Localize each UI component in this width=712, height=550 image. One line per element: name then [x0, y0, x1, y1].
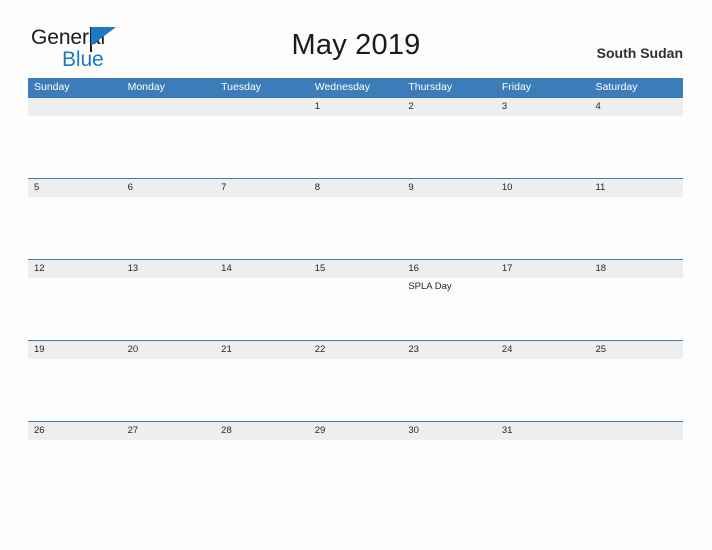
day-number[interactable]: 10 — [496, 179, 590, 197]
day-cell[interactable] — [402, 359, 496, 421]
day-number[interactable]: 5 — [28, 179, 122, 197]
day-cell[interactable] — [122, 278, 216, 340]
page-header: General Blue May 2019 South Sudan — [0, 0, 712, 78]
day-number-empty — [589, 422, 683, 440]
day-of-week-friday: Friday — [501, 81, 532, 93]
day-number[interactable]: 28 — [215, 422, 309, 440]
day-number[interactable]: 17 — [496, 260, 590, 278]
day-cell[interactable] — [309, 440, 403, 502]
day-cell[interactable] — [122, 197, 216, 259]
week-content-band — [28, 116, 683, 178]
day-cell[interactable] — [589, 197, 683, 259]
day-number[interactable]: 24 — [496, 341, 590, 359]
day-number[interactable]: 23 — [402, 341, 496, 359]
day-number[interactable]: 13 — [122, 260, 216, 278]
day-cell[interactable] — [309, 197, 403, 259]
calendar-week-row: 26 27 28 29 30 31 — [28, 421, 683, 502]
day-number[interactable]: 14 — [215, 260, 309, 278]
day-cell — [122, 116, 216, 178]
day-cell[interactable] — [28, 440, 122, 502]
day-number[interactable]: 11 — [589, 179, 683, 197]
day-cell[interactable] — [589, 278, 683, 340]
day-number[interactable]: 8 — [309, 179, 403, 197]
day-cell — [589, 440, 683, 502]
day-cell[interactable] — [589, 116, 683, 178]
day-cell[interactable] — [589, 359, 683, 421]
calendar-week-row: 1234 — [28, 97, 683, 178]
calendar-week-row: 19 20 21 22 23 24 25 — [28, 340, 683, 421]
day-cell[interactable] — [402, 197, 496, 259]
day-number[interactable]: 21 — [215, 341, 309, 359]
day-cell[interactable] — [496, 197, 590, 259]
week-date-band: 19 20 21 22 23 24 25 — [28, 340, 683, 359]
day-cell[interactable] — [215, 197, 309, 259]
day-cell[interactable] — [496, 116, 590, 178]
day-cell[interactable] — [215, 440, 309, 502]
day-number[interactable]: 6 — [122, 179, 216, 197]
day-of-week-thursday: Thursday — [408, 81, 453, 93]
country-label: South Sudan — [596, 45, 683, 61]
day-number[interactable]: 16 — [402, 260, 496, 278]
day-number[interactable]: 12 — [28, 260, 122, 278]
calendar-grid: Sunday Monday Tuesday Wednesday Thursday… — [28, 78, 683, 502]
day-number[interactable]: 1 — [309, 98, 403, 116]
day-cell[interactable] — [402, 116, 496, 178]
day-number[interactable]: 4 — [589, 98, 683, 116]
day-of-week-monday: Monday — [127, 81, 165, 93]
day-number[interactable]: 2 — [402, 98, 496, 116]
day-cell[interactable] — [28, 359, 122, 421]
day-event: SPLA Day — [408, 281, 452, 292]
day-of-week-wednesday: Wednesday — [314, 81, 370, 93]
day-number[interactable]: 31 — [496, 422, 590, 440]
calendar-week-row: 12 13 14 15 16 17 18 SPLA Day — [28, 259, 683, 340]
day-number-empty — [215, 98, 309, 116]
week-content-band — [28, 197, 683, 259]
day-of-week-header-row: Sunday Monday Tuesday Wednesday Thursday… — [28, 78, 683, 97]
day-cell[interactable] — [496, 278, 590, 340]
calendar-page: General Blue May 2019 South Sudan Sunday… — [0, 0, 712, 550]
calendar-week-row: 5 6 7 8 9 10 11 — [28, 178, 683, 259]
day-cell[interactable] — [496, 440, 590, 502]
day-of-week-saturday: Saturday — [595, 81, 638, 93]
day-number[interactable]: 27 — [122, 422, 216, 440]
day-number[interactable]: 29 — [309, 422, 403, 440]
day-cell[interactable] — [122, 359, 216, 421]
day-number[interactable]: 15 — [309, 260, 403, 278]
day-cell[interactable] — [215, 278, 309, 340]
week-date-band: 12 13 14 15 16 17 18 — [28, 259, 683, 278]
day-number[interactable]: 22 — [309, 341, 403, 359]
day-of-week-sunday: Sunday — [34, 81, 70, 93]
day-number[interactable]: 9 — [402, 179, 496, 197]
day-number[interactable]: 19 — [28, 341, 122, 359]
day-number[interactable]: 30 — [402, 422, 496, 440]
week-date-band: 26 27 28 29 30 31 — [28, 421, 683, 440]
day-cell[interactable] — [496, 359, 590, 421]
day-cell — [28, 116, 122, 178]
day-number[interactable]: 26 — [28, 422, 122, 440]
day-cell[interactable]: SPLA Day — [402, 278, 496, 340]
day-cell[interactable] — [309, 359, 403, 421]
day-cell[interactable] — [309, 116, 403, 178]
day-cell[interactable] — [402, 440, 496, 502]
day-number[interactable]: 7 — [215, 179, 309, 197]
day-cell — [215, 116, 309, 178]
day-number[interactable]: 25 — [589, 341, 683, 359]
calendar-weeks: 1 2 3 4 5 6 7 8 9 10 11 12 13 14 15 16 17 18 SPLA Day 19 20 2… — [28, 97, 683, 502]
week-content-band — [28, 359, 683, 421]
day-number-empty — [28, 98, 122, 116]
day-cell[interactable] — [28, 197, 122, 259]
day-number[interactable]: 18 — [589, 260, 683, 278]
day-number[interactable]: 3 — [496, 98, 590, 116]
day-cell[interactable] — [28, 278, 122, 340]
day-number-empty — [122, 98, 216, 116]
week-date-band: 1234 — [28, 97, 683, 116]
week-content-band — [28, 440, 683, 502]
week-content-band: SPLA Day — [28, 278, 683, 340]
week-date-band: 5 6 7 8 9 10 11 — [28, 178, 683, 197]
day-of-week-tuesday: Tuesday — [221, 81, 262, 93]
day-cell[interactable] — [122, 440, 216, 502]
day-cell[interactable] — [309, 278, 403, 340]
day-cell[interactable] — [215, 359, 309, 421]
day-number[interactable]: 20 — [122, 341, 216, 359]
